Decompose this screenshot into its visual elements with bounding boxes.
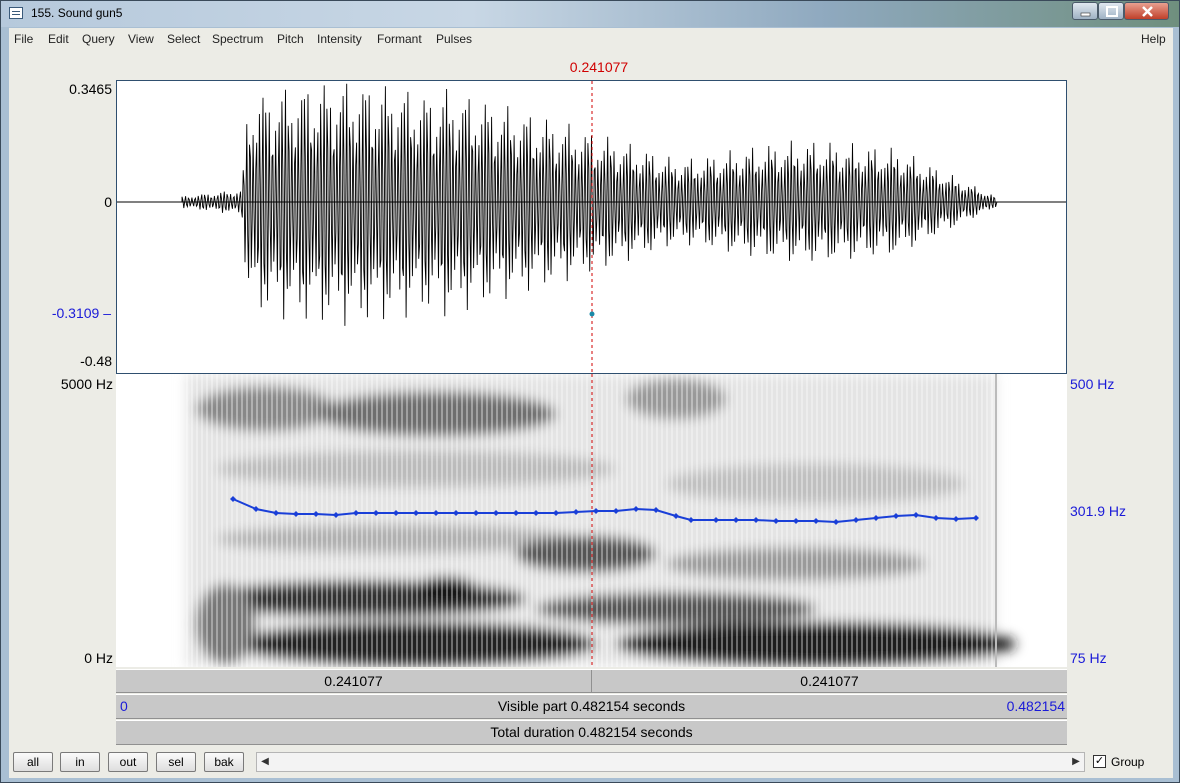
waveform-y-min: -0.48: [80, 353, 112, 369]
menu-intensity[interactable]: Intensity: [317, 32, 362, 46]
scroll-right-arrow-icon[interactable]: ▶: [1068, 753, 1084, 771]
menu-pitch[interactable]: Pitch: [277, 32, 304, 46]
horizontal-scrollbar[interactable]: ◀ ▶: [256, 752, 1085, 772]
selection-left-duration[interactable]: 0.241077: [116, 670, 591, 692]
window-title: 155. Sound gun5: [31, 6, 123, 20]
minimize-button[interactable]: [1072, 2, 1098, 20]
zoom-back-button[interactable]: bak: [204, 752, 244, 772]
group-checkbox[interactable]: ✓: [1093, 755, 1106, 768]
menu-query[interactable]: Query: [82, 32, 115, 46]
menu-formant[interactable]: Formant: [377, 32, 422, 46]
waveform-panel[interactable]: [116, 80, 1067, 374]
pitch-axis-cursor: 301.9 Hz: [1070, 503, 1127, 519]
selection-bar[interactable]: 0.241077 0.241077: [116, 669, 1067, 693]
waveform-y-cursor: -0.3109 –: [51, 305, 111, 321]
praat-sound-window: 155. Sound gun5 File Edit Query View Sel…: [0, 0, 1180, 783]
menu-select[interactable]: Select: [167, 32, 200, 46]
menu-bar: File Edit Query View Select Spectrum Pit…: [9, 28, 1173, 50]
title-bar[interactable]: 155. Sound gun5: [1, 1, 1179, 27]
zoom-selection-button[interactable]: sel: [156, 752, 196, 772]
window-icon: [9, 7, 23, 19]
group-checkbox-label: Group: [1111, 755, 1145, 769]
spectrogram-plot: [186, 374, 1016, 667]
zoom-out-button[interactable]: out: [108, 752, 148, 772]
menu-help[interactable]: Help: [1141, 32, 1166, 46]
zoom-all-button[interactable]: all: [13, 752, 53, 772]
menu-spectrum[interactable]: Spectrum: [212, 32, 263, 46]
cursor-time-label: 0.241077: [569, 59, 629, 75]
menu-edit[interactable]: Edit: [48, 32, 69, 46]
spectrogram-freq-top: 5000 Hz: [60, 376, 113, 392]
zoom-in-button[interactable]: in: [60, 752, 100, 772]
editor-client-area: File Edit Query View Select Spectrum Pit…: [9, 28, 1173, 778]
waveform-trace: [117, 83, 1066, 326]
selection-right-duration[interactable]: 0.241077: [592, 670, 1067, 692]
scroll-left-arrow-icon[interactable]: ◀: [257, 753, 273, 771]
waveform-plot: [117, 81, 1066, 373]
waveform-y-max: 0.3465: [69, 81, 112, 97]
pitch-axis-bottom: 75 Hz: [1070, 650, 1107, 666]
menu-file[interactable]: File: [14, 32, 33, 46]
waveform-y-zero: 0: [104, 194, 112, 210]
visible-part-label: Visible part 0.482154 seconds: [497, 698, 686, 714]
menu-pulses[interactable]: Pulses: [436, 32, 472, 46]
visible-end-time: 0.482154: [1006, 698, 1065, 714]
spectrogram-panel[interactable]: [116, 374, 1067, 667]
spectrogram-freq-bottom: 0 Hz: [84, 650, 113, 666]
close-button[interactable]: [1124, 2, 1169, 20]
total-duration-bar[interactable]: Total duration 0.482154 seconds: [116, 720, 1067, 745]
visible-part-bar[interactable]: 0 Visible part 0.482154 seconds 0.482154: [116, 694, 1067, 719]
bottom-toolbar: all in out sel bak ◀ ▶ ✓ Group: [9, 748, 1173, 778]
pitch-axis-top: 500 Hz: [1070, 376, 1115, 392]
maximize-button[interactable]: [1098, 2, 1124, 20]
menu-view[interactable]: View: [128, 32, 154, 46]
waveform-cursor-point: [589, 311, 595, 317]
